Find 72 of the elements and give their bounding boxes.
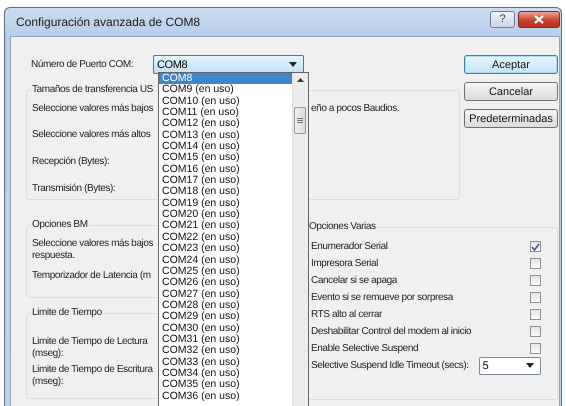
dropdown-option[interactable]: COM16 (en uso) xyxy=(159,164,292,176)
dropdown-option[interactable]: COM33 (en uso) xyxy=(159,356,292,368)
port-dropdown[interactable]: COM8 xyxy=(153,55,304,74)
dropdown-option[interactable]: COM17 (en uso) xyxy=(159,175,292,186)
dropdown-option[interactable]: COM24 (en uso) xyxy=(159,254,292,266)
dropdown-option[interactable]: COM14 (en uso) xyxy=(159,141,292,152)
checkbox[interactable] xyxy=(530,258,541,269)
checkbox[interactable] xyxy=(530,343,541,354)
dropdown-option[interactable]: COM10 (en uso) xyxy=(159,96,292,108)
dialog-button[interactable]: Aceptar xyxy=(464,55,558,74)
help-button[interactable]: ? xyxy=(490,10,515,28)
dropdown-option[interactable]: COM23 (en uso) xyxy=(159,243,292,254)
option-label: Deshabilitar Control del modem al inicio xyxy=(311,326,472,337)
dropdown-option[interactable]: COM32 (en uso) xyxy=(159,345,292,357)
dialog-button[interactable]: Predeterminadas xyxy=(464,109,558,128)
option-label: Enable Selective Suspend xyxy=(311,343,418,354)
up-arrow-icon xyxy=(297,78,304,82)
field-label: Limite de Tiempo de Escritura (mseg): xyxy=(32,364,153,388)
group-title: Opciones BM xyxy=(31,219,89,230)
dropdown-option[interactable]: COM20 (en uso) xyxy=(159,209,292,220)
checkbox[interactable] xyxy=(530,275,541,286)
checkbox[interactable] xyxy=(530,326,541,337)
dropdown-option[interactable]: COM30 (en uso) xyxy=(159,322,292,334)
option-label: Selective Suspend Idle Timeout (secs): xyxy=(311,360,469,371)
checkbox[interactable] xyxy=(530,241,541,252)
scrollbar[interactable] xyxy=(292,73,308,406)
option-label: Enumerador Serial xyxy=(311,241,388,252)
dropdown-option[interactable]: COM8 xyxy=(159,73,292,84)
checkbox[interactable] xyxy=(530,292,541,303)
field-label: Seleccione valores más altos xyxy=(32,129,150,142)
option-label: Cancelar si se apaga xyxy=(311,275,397,286)
dropdown-option[interactable]: COM26 (en uso) xyxy=(159,277,292,289)
option-label: RTS alto al cerrar xyxy=(311,309,382,320)
field-label: eño a pocos Baudios. xyxy=(311,103,400,114)
dropdown-option[interactable]: COM11 (en uso) xyxy=(159,107,292,118)
group-title: Limite de Tiempo xyxy=(31,307,103,318)
dialog-button[interactable]: Cancelar xyxy=(464,82,558,101)
dropdown-option[interactable]: COM29 (en uso) xyxy=(159,311,292,323)
dropdown-option[interactable]: COM28 (en uso) xyxy=(159,300,292,312)
field-label: Seleccione valores más bajos respuesta. xyxy=(32,238,154,262)
field-label: Limite de Tiempo de Lectura (mseg): xyxy=(32,336,148,360)
dropdown-option[interactable]: COM9 (en uso) xyxy=(159,84,292,96)
field-label: Temporizador de Latencia (m xyxy=(32,270,151,282)
timeout-dropdown[interactable]: 5 xyxy=(478,356,541,374)
dropdown-option[interactable]: COM35 (en uso) xyxy=(159,379,292,391)
dropdown-option[interactable]: COM36 (en uso) xyxy=(159,390,292,402)
option-label: Impresora Serial xyxy=(311,258,378,269)
group-title: Tamaños de transferencia US xyxy=(31,84,154,95)
close-button[interactable] xyxy=(518,10,560,28)
close-icon xyxy=(534,14,544,24)
checkbox[interactable] xyxy=(530,309,541,320)
window-title: Configuración avanzada de COM8 xyxy=(16,15,200,29)
dropdown-option[interactable]: COM13 (en uso) xyxy=(159,130,292,142)
dropdown-option[interactable]: COM21 (en uso) xyxy=(159,220,292,232)
dropdown-option[interactable]: COM12 (en uso) xyxy=(159,118,292,130)
dropdown-option[interactable]: COM27 (en uso) xyxy=(159,288,292,300)
field-label: Transmisión (Bytes): xyxy=(32,183,116,196)
option-label: Evento si se remueve por sorpresa xyxy=(311,292,453,303)
field-label: Seleccione valores más bajos xyxy=(32,103,154,116)
caret-icon xyxy=(526,363,534,368)
group-title: Opciones Varias xyxy=(308,221,377,232)
dropdown-option[interactable]: COM25 (en uso) xyxy=(159,266,292,278)
dropdown-option[interactable]: COM31 (en uso) xyxy=(159,334,292,346)
caret-icon xyxy=(289,62,297,67)
port-label: Número de Puerto COM: xyxy=(31,59,134,70)
dropdown-option[interactable]: COM19 (en uso) xyxy=(159,198,292,210)
dropdown-option[interactable]: COM18 (en uso) xyxy=(159,186,292,198)
dropdown-option[interactable]: COM22 (en uso) xyxy=(159,232,292,244)
scroll-thumb[interactable] xyxy=(294,107,306,134)
field-label: Recepción (Bytes): xyxy=(32,156,110,169)
dropdown-option[interactable]: COM15 (en uso) xyxy=(159,152,292,164)
dropdown-option[interactable]: COM34 (en uso) xyxy=(159,368,292,380)
